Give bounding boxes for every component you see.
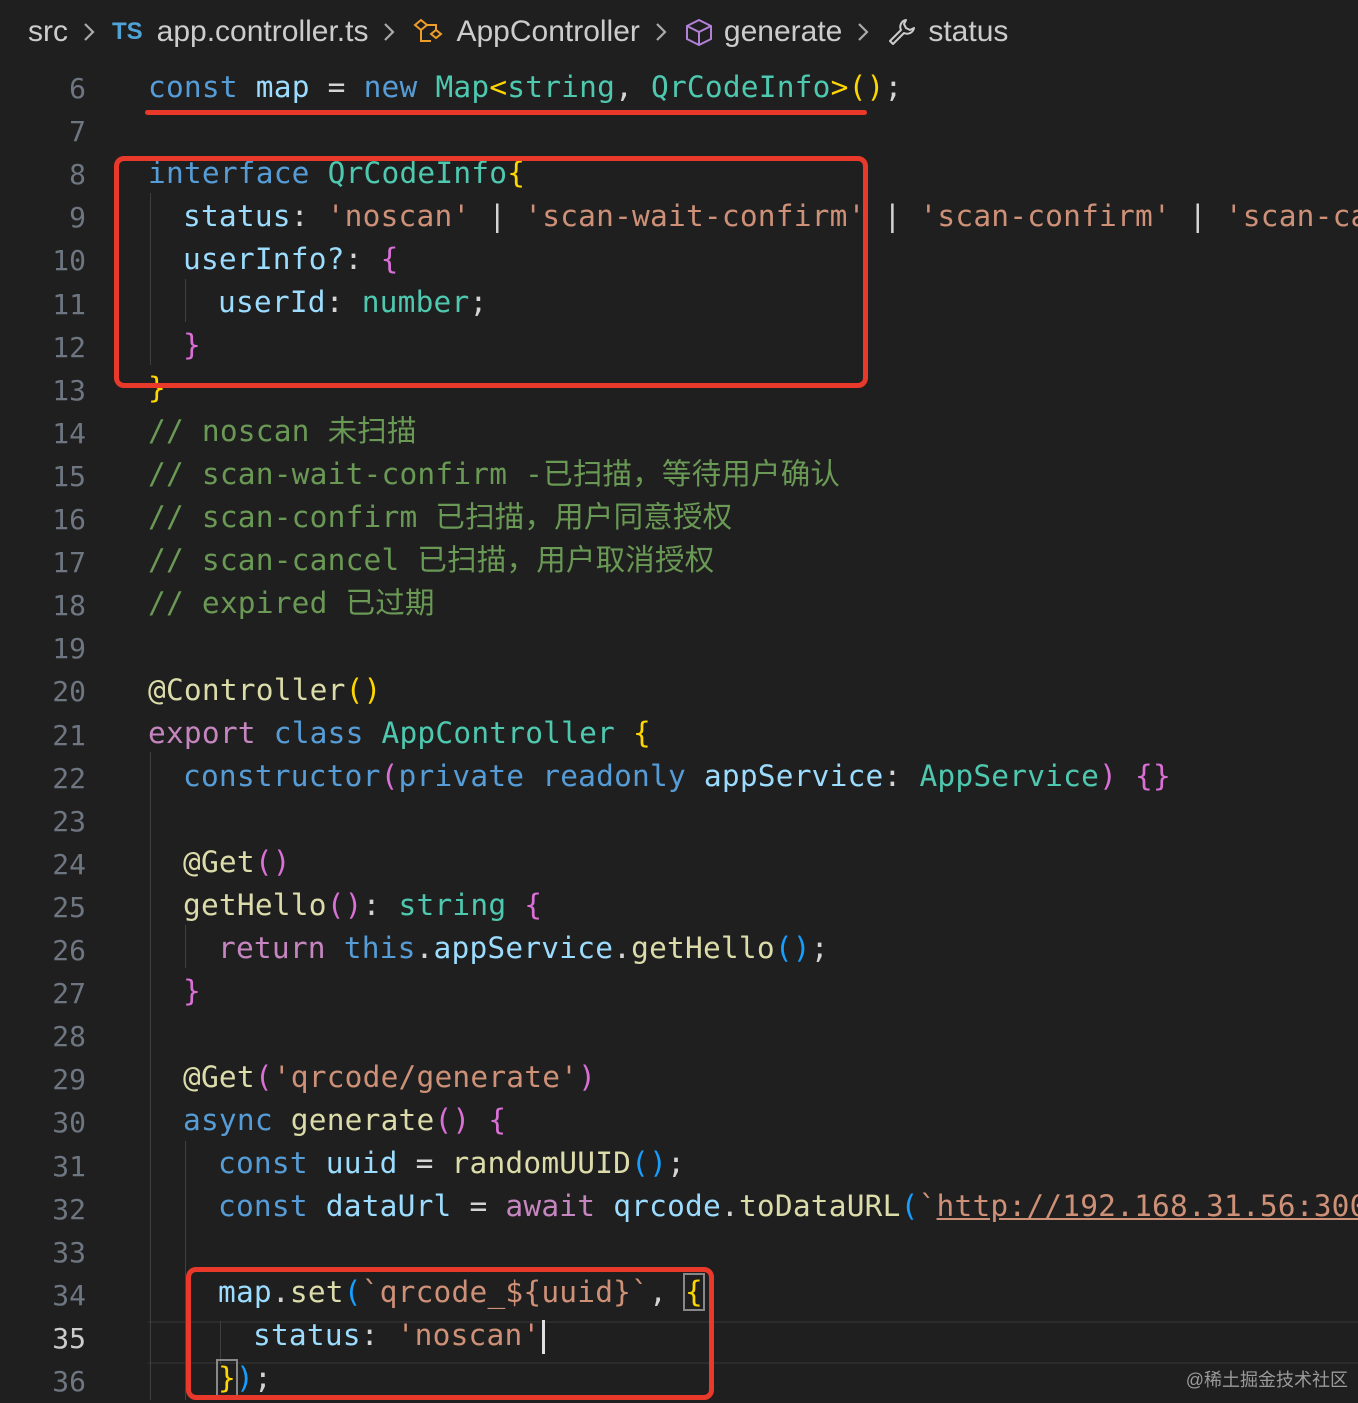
line-number: 30 <box>52 1106 86 1140</box>
line-number: 31 <box>52 1149 86 1183</box>
breadcrumb-method[interactable]: generate <box>684 15 842 49</box>
code-line-27: } <box>183 974 201 1008</box>
line-number: 7 <box>69 115 86 149</box>
indent-guide <box>185 925 186 968</box>
line-number: 10 <box>52 244 86 278</box>
code-line-20: @Controller() <box>148 673 382 707</box>
line-number: 18 <box>52 589 86 623</box>
code-line-24: @Get() <box>183 845 291 879</box>
line-number: 8 <box>69 158 86 192</box>
code-line-31: const uuid = randomUUID(); <box>218 1146 686 1180</box>
code-line-26: return this.appService.getHello(); <box>218 931 829 965</box>
typescript-icon: TS <box>112 18 143 45</box>
line-number: 11 <box>52 287 86 321</box>
line-number: 27 <box>52 977 86 1011</box>
annotation-underline <box>145 110 867 115</box>
line-number: 29 <box>52 1063 86 1097</box>
chevron-right-icon <box>656 23 667 41</box>
breadcrumb-src[interactable]: src <box>28 15 68 49</box>
line-number: 22 <box>52 761 86 795</box>
url-link[interactable]: http://192.168.31.56:3000/ <box>937 1189 1358 1223</box>
line-number: 12 <box>52 330 86 364</box>
breadcrumb-class[interactable]: AppController <box>412 15 640 49</box>
annotation-box-interface <box>114 156 868 388</box>
code-line-32: const dataUrl = await qrcode.toDataURL(`… <box>218 1185 1358 1228</box>
chevron-right-icon <box>84 23 95 41</box>
indent-guide <box>150 752 151 1400</box>
code-line-29: @Get('qrcode/generate') <box>183 1060 597 1094</box>
breadcrumb-symbol[interactable]: status <box>886 15 1008 49</box>
code-line-15: // scan-wait-confirm -已扫描，等待用户确认 <box>148 457 841 491</box>
line-number: 13 <box>52 373 86 407</box>
line-number: 14 <box>52 416 86 450</box>
method-cube-icon <box>685 18 712 47</box>
line-number: 9 <box>69 201 86 235</box>
code-line-6: const map = new Map<string, QrCodeInfo>(… <box>148 70 903 104</box>
line-number: 33 <box>52 1235 86 1269</box>
chevron-right-icon <box>384 23 396 41</box>
line-number: 34 <box>52 1278 86 1312</box>
line-number: 36 <box>52 1365 86 1398</box>
line-number: 15 <box>52 459 86 493</box>
chevron-right-icon <box>858 23 869 41</box>
line-number: 32 <box>52 1192 86 1226</box>
watermark: @稀土掘金技术社区 <box>1185 1370 1348 1390</box>
breadcrumb-file[interactable]: TS app.controller.ts <box>112 15 368 49</box>
line-number: 16 <box>52 503 86 536</box>
code-line-14: // noscan 未扫描 <box>148 414 417 448</box>
class-icon <box>413 18 444 42</box>
code-line-22: constructor(private readonly appService:… <box>183 759 1171 793</box>
line-number: 21 <box>52 718 86 752</box>
code-line-25: getHello(): string { <box>183 888 543 922</box>
line-number: 28 <box>52 1020 86 1054</box>
wrench-icon <box>889 19 916 45</box>
annotation-box-map-set <box>186 1267 714 1400</box>
line-number: 6 <box>69 72 86 105</box>
code-line-18: // expired 已过期 <box>148 586 435 620</box>
code-line-21: export class AppController { <box>148 716 651 750</box>
line-number: 23 <box>52 804 86 838</box>
breadcrumb: src TS app.controller.ts AppController g… <box>0 0 1358 64</box>
line-number: 24 <box>52 847 86 881</box>
code-line-17: // scan-cancel 已扫描，用户取消授权 <box>148 543 715 577</box>
code-line-30: async generate() { <box>183 1103 507 1137</box>
line-number: 25 <box>52 890 86 924</box>
code-line-16: // scan-confirm 已扫描，用户同意授权 <box>148 500 733 534</box>
line-number: 26 <box>52 934 86 967</box>
line-number: 19 <box>52 632 86 666</box>
line-number: 35 <box>52 1321 86 1355</box>
line-number: 17 <box>52 546 86 580</box>
line-number: 20 <box>52 675 86 709</box>
